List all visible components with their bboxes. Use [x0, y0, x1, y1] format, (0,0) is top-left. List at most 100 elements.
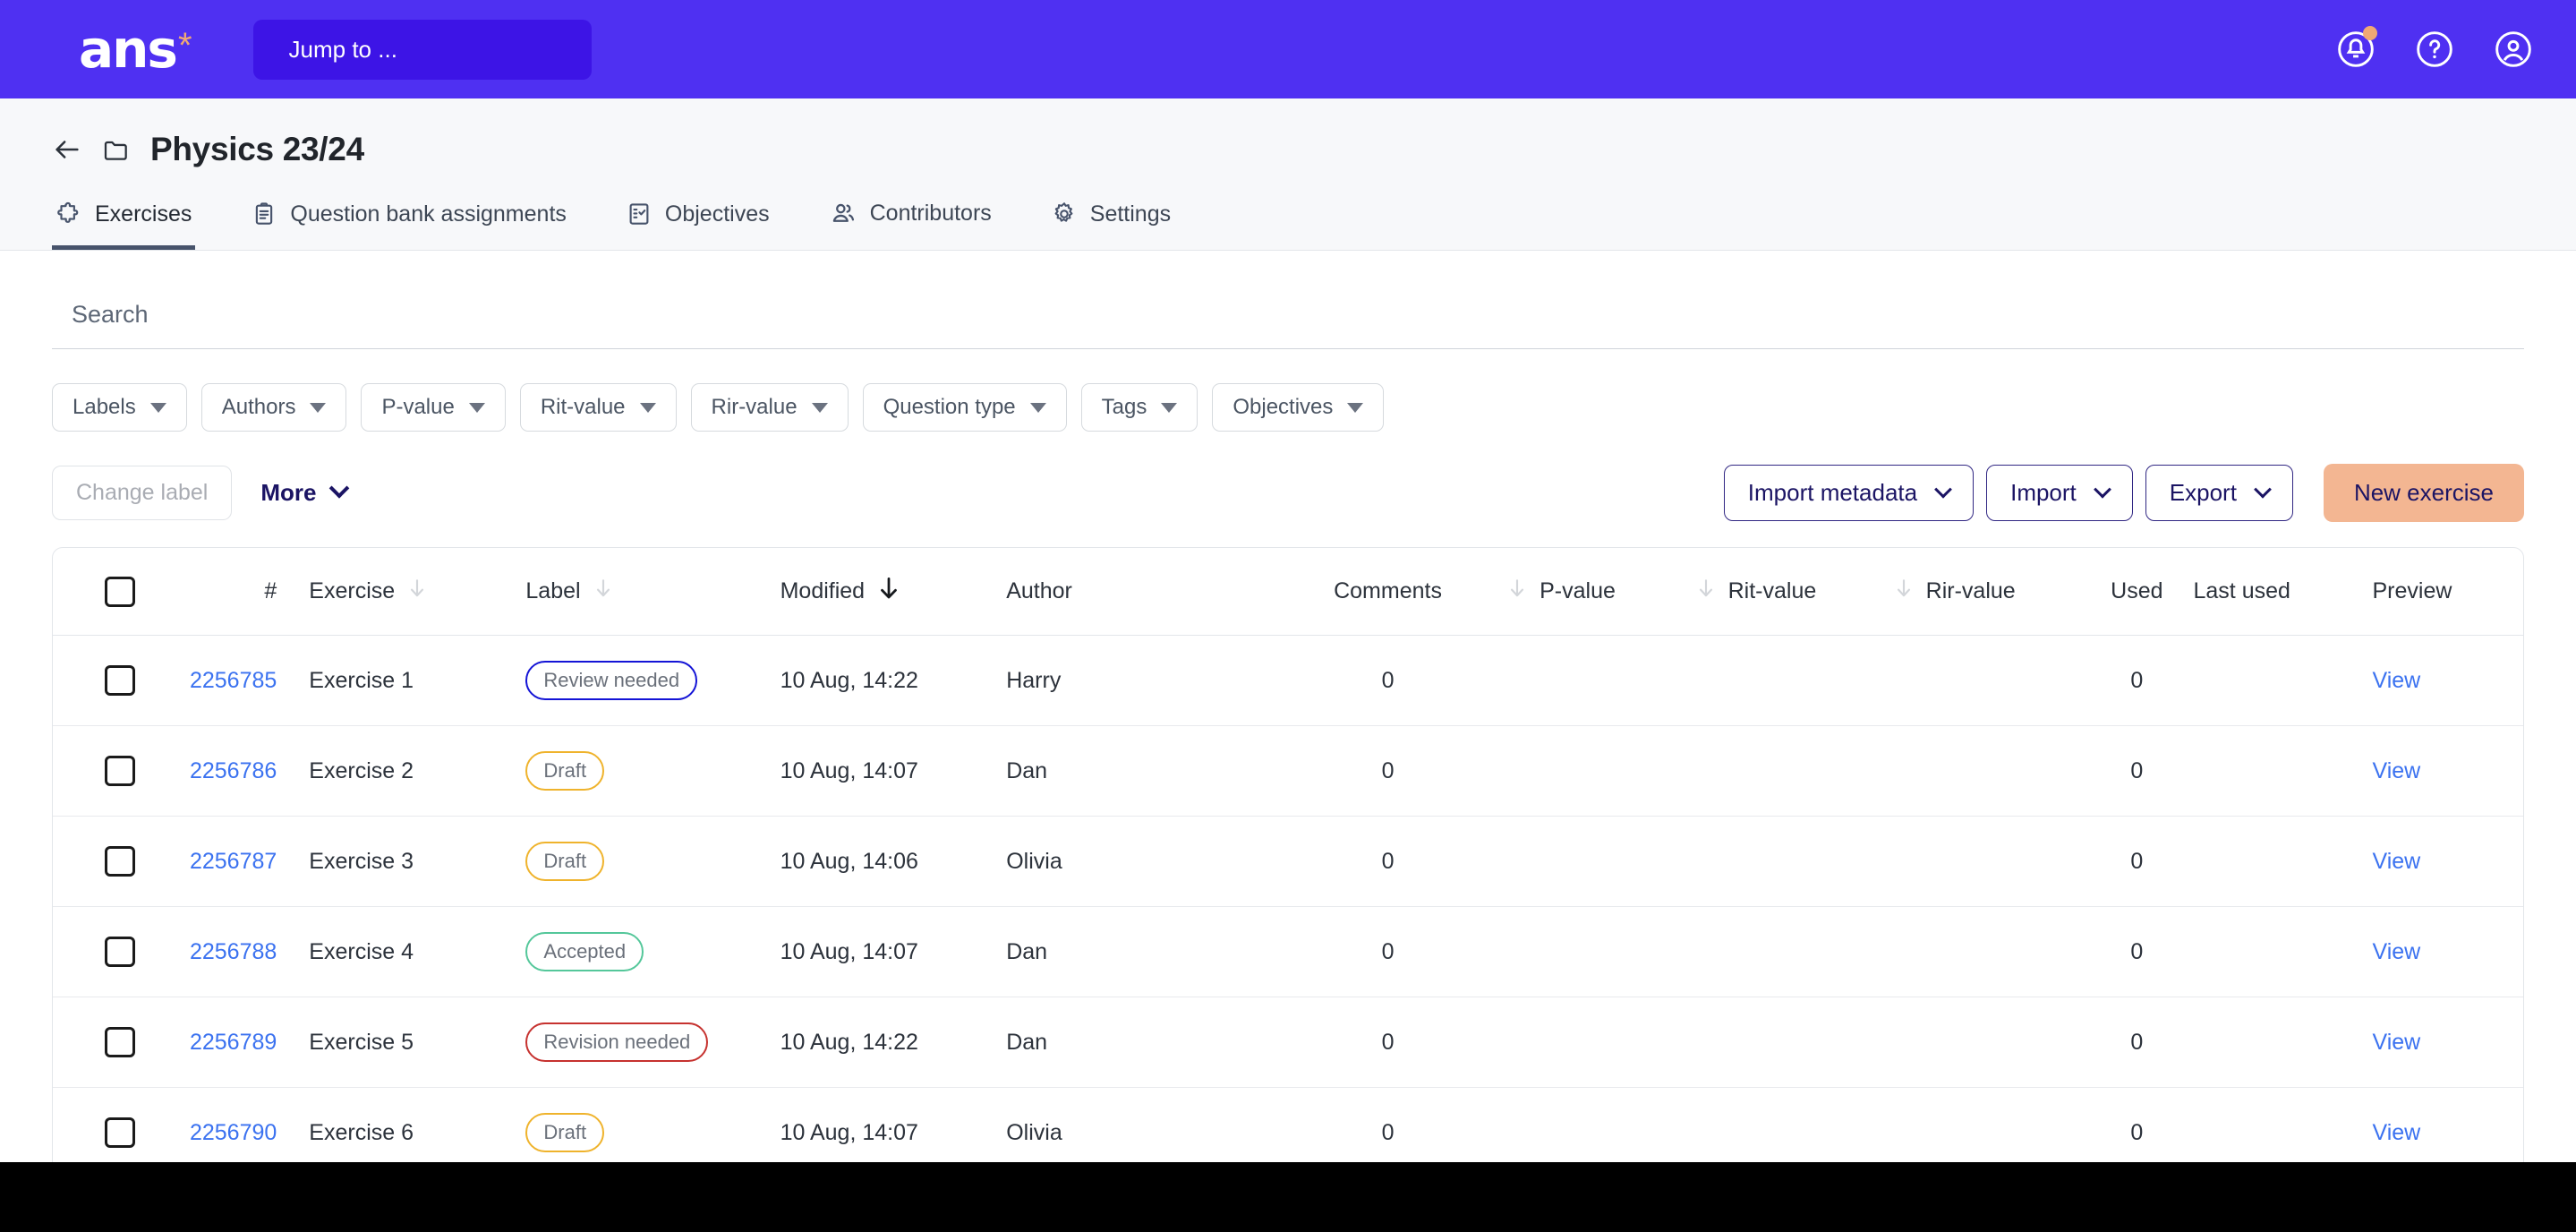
view-link[interactable]: View [2373, 849, 2421, 874]
ans-logo[interactable]: ans * [79, 23, 192, 75]
new-exercise-button[interactable]: New exercise [2323, 464, 2524, 522]
filter-objectives[interactable]: Objectives [1212, 383, 1385, 432]
row-checkbox[interactable] [105, 665, 135, 696]
table-row[interactable]: 2256788 Exercise 4 Accepted 10 Aug, 14:0… [53, 906, 2523, 997]
status-badge: Draft [525, 1113, 605, 1152]
tab-settings[interactable]: Settings [1047, 193, 1174, 250]
chevron-down-icon [310, 402, 327, 413]
row-p-value [1506, 997, 1694, 1088]
row-modified: 10 Aug, 14:22 [780, 997, 1007, 1088]
status-badge: Review needed [525, 661, 698, 700]
search-input[interactable] [52, 292, 2524, 349]
row-used: 0 [2080, 635, 2194, 726]
col-label-column[interactable]: Label [525, 548, 780, 636]
select-all-checkbox[interactable] [105, 576, 135, 607]
status-badge: Draft [525, 751, 605, 791]
filter-label: Tags [1101, 395, 1147, 419]
view-link[interactable]: View [2373, 1030, 2421, 1055]
exercise-id-link[interactable]: 2256790 [190, 1120, 277, 1145]
view-link[interactable]: View [2373, 1120, 2421, 1145]
row-used: 0 [2080, 906, 2194, 997]
filter-rit-value[interactable]: Rit-value [519, 383, 677, 432]
view-link[interactable]: View [2373, 668, 2421, 693]
import-button[interactable]: Import [1986, 465, 2133, 521]
exercise-id-link[interactable]: 2256788 [190, 939, 277, 964]
row-id-cell: 2256787 [158, 816, 310, 907]
row-comments: 0 [1269, 997, 1506, 1088]
notifications-icon[interactable] [2336, 26, 2377, 69]
row-preview-cell: View [2372, 725, 2523, 817]
row-modified: 10 Aug, 14:06 [780, 816, 1007, 907]
exercise-id-link[interactable]: 2256787 [190, 849, 277, 874]
exercise-id-link[interactable]: 2256789 [190, 1030, 277, 1055]
row-rit-value [1693, 725, 1892, 817]
col-label: Rir-value [1925, 578, 2016, 603]
row-comments: 0 [1269, 906, 1506, 997]
top-bar-icons [2336, 26, 2533, 69]
col-id: # [158, 548, 310, 636]
exercise-id-link[interactable]: 2256785 [190, 668, 277, 693]
col-modified[interactable]: Modified [780, 548, 1007, 636]
row-rit-value [1693, 906, 1892, 997]
col-rir-value[interactable]: Rir-value [1891, 548, 2081, 636]
more-button[interactable]: More [243, 466, 364, 520]
account-icon[interactable] [2494, 30, 2533, 69]
col-rit-value[interactable]: Rit-value [1693, 548, 1892, 636]
row-p-value [1506, 725, 1694, 817]
tab-label: Exercises [95, 201, 192, 227]
filter-labels[interactable]: Labels [52, 383, 187, 432]
row-id-cell: 2256785 [158, 635, 310, 726]
row-checkbox[interactable] [105, 846, 135, 877]
app-root: ans * Jump to ... Physics 23/24 Exercise… [0, 0, 2576, 1232]
change-label-button[interactable]: Change label [52, 466, 233, 520]
tab-label: Contributors [869, 200, 992, 226]
col-exercise[interactable]: Exercise [309, 548, 526, 636]
help-icon[interactable] [2415, 30, 2454, 69]
jump-to-button[interactable]: Jump to ... [252, 19, 592, 80]
row-rir-value [1891, 816, 2081, 907]
row-id-cell: 2256786 [158, 725, 310, 817]
filter-authors[interactable]: Authors [200, 383, 347, 432]
row-checkbox[interactable] [105, 1027, 135, 1057]
row-author: Dan [1006, 997, 1270, 1088]
col-p-value[interactable]: P-value [1506, 548, 1694, 636]
exercise-id-link[interactable]: 2256786 [190, 758, 277, 783]
export-button[interactable]: Export [2145, 465, 2293, 521]
tab-objectives[interactable]: Objectives [622, 193, 773, 250]
col-preview: Preview [2372, 548, 2523, 636]
row-checkbox[interactable] [105, 756, 135, 786]
sort-arrow-icon [405, 577, 429, 606]
tab-contributors[interactable]: Contributors [825, 192, 995, 250]
row-id-cell: 2256789 [158, 997, 310, 1088]
row-label-cell: Review needed [525, 635, 780, 726]
row-comments: 0 [1269, 635, 1506, 726]
filter-bar: Labels Authors P-value Rit-value Rir-val… [43, 349, 2533, 432]
tab-exercises[interactable]: Exercises [52, 193, 196, 250]
import-metadata-button[interactable]: Import metadata [1723, 465, 1975, 521]
row-rit-value [1693, 816, 1892, 907]
view-link[interactable]: View [2373, 758, 2421, 783]
tab-label: Settings [1089, 201, 1172, 227]
action-bar: Change label More Import metadata Import… [43, 432, 2533, 522]
table-row[interactable]: 2256787 Exercise 3 Draft 10 Aug, 14:06 O… [53, 816, 2523, 907]
col-label: Label [525, 578, 581, 603]
filter-tags[interactable]: Tags [1080, 383, 1198, 432]
back-arrow-icon[interactable] [52, 134, 82, 165]
chevron-down-icon [639, 402, 656, 413]
filter-question-type[interactable]: Question type [862, 383, 1067, 432]
table-row[interactable]: 2256786 Exercise 2 Draft 10 Aug, 14:07 D… [53, 725, 2523, 817]
view-link[interactable]: View [2373, 939, 2421, 964]
col-label: Exercise [309, 578, 396, 603]
row-checkbox[interactable] [105, 937, 135, 967]
row-checkbox[interactable] [105, 1117, 135, 1148]
filter-p-value[interactable]: P-value [361, 383, 506, 432]
tab-question-bank-assignments[interactable]: Question bank assignments [247, 193, 570, 250]
page-tabs: Exercises Question bank assignments Obje… [43, 192, 2533, 250]
row-exercise-name: Exercise 4 [309, 906, 526, 997]
table-row[interactable]: 2256785 Exercise 1 Review needed 10 Aug,… [53, 635, 2523, 726]
chevron-down-icon [1347, 402, 1364, 413]
row-label-cell: Revision needed [525, 997, 780, 1088]
table-row[interactable]: 2256789 Exercise 5 Revision needed 10 Au… [53, 997, 2523, 1088]
row-author: Olivia [1006, 816, 1270, 907]
filter-rir-value[interactable]: Rir-value [690, 383, 849, 432]
